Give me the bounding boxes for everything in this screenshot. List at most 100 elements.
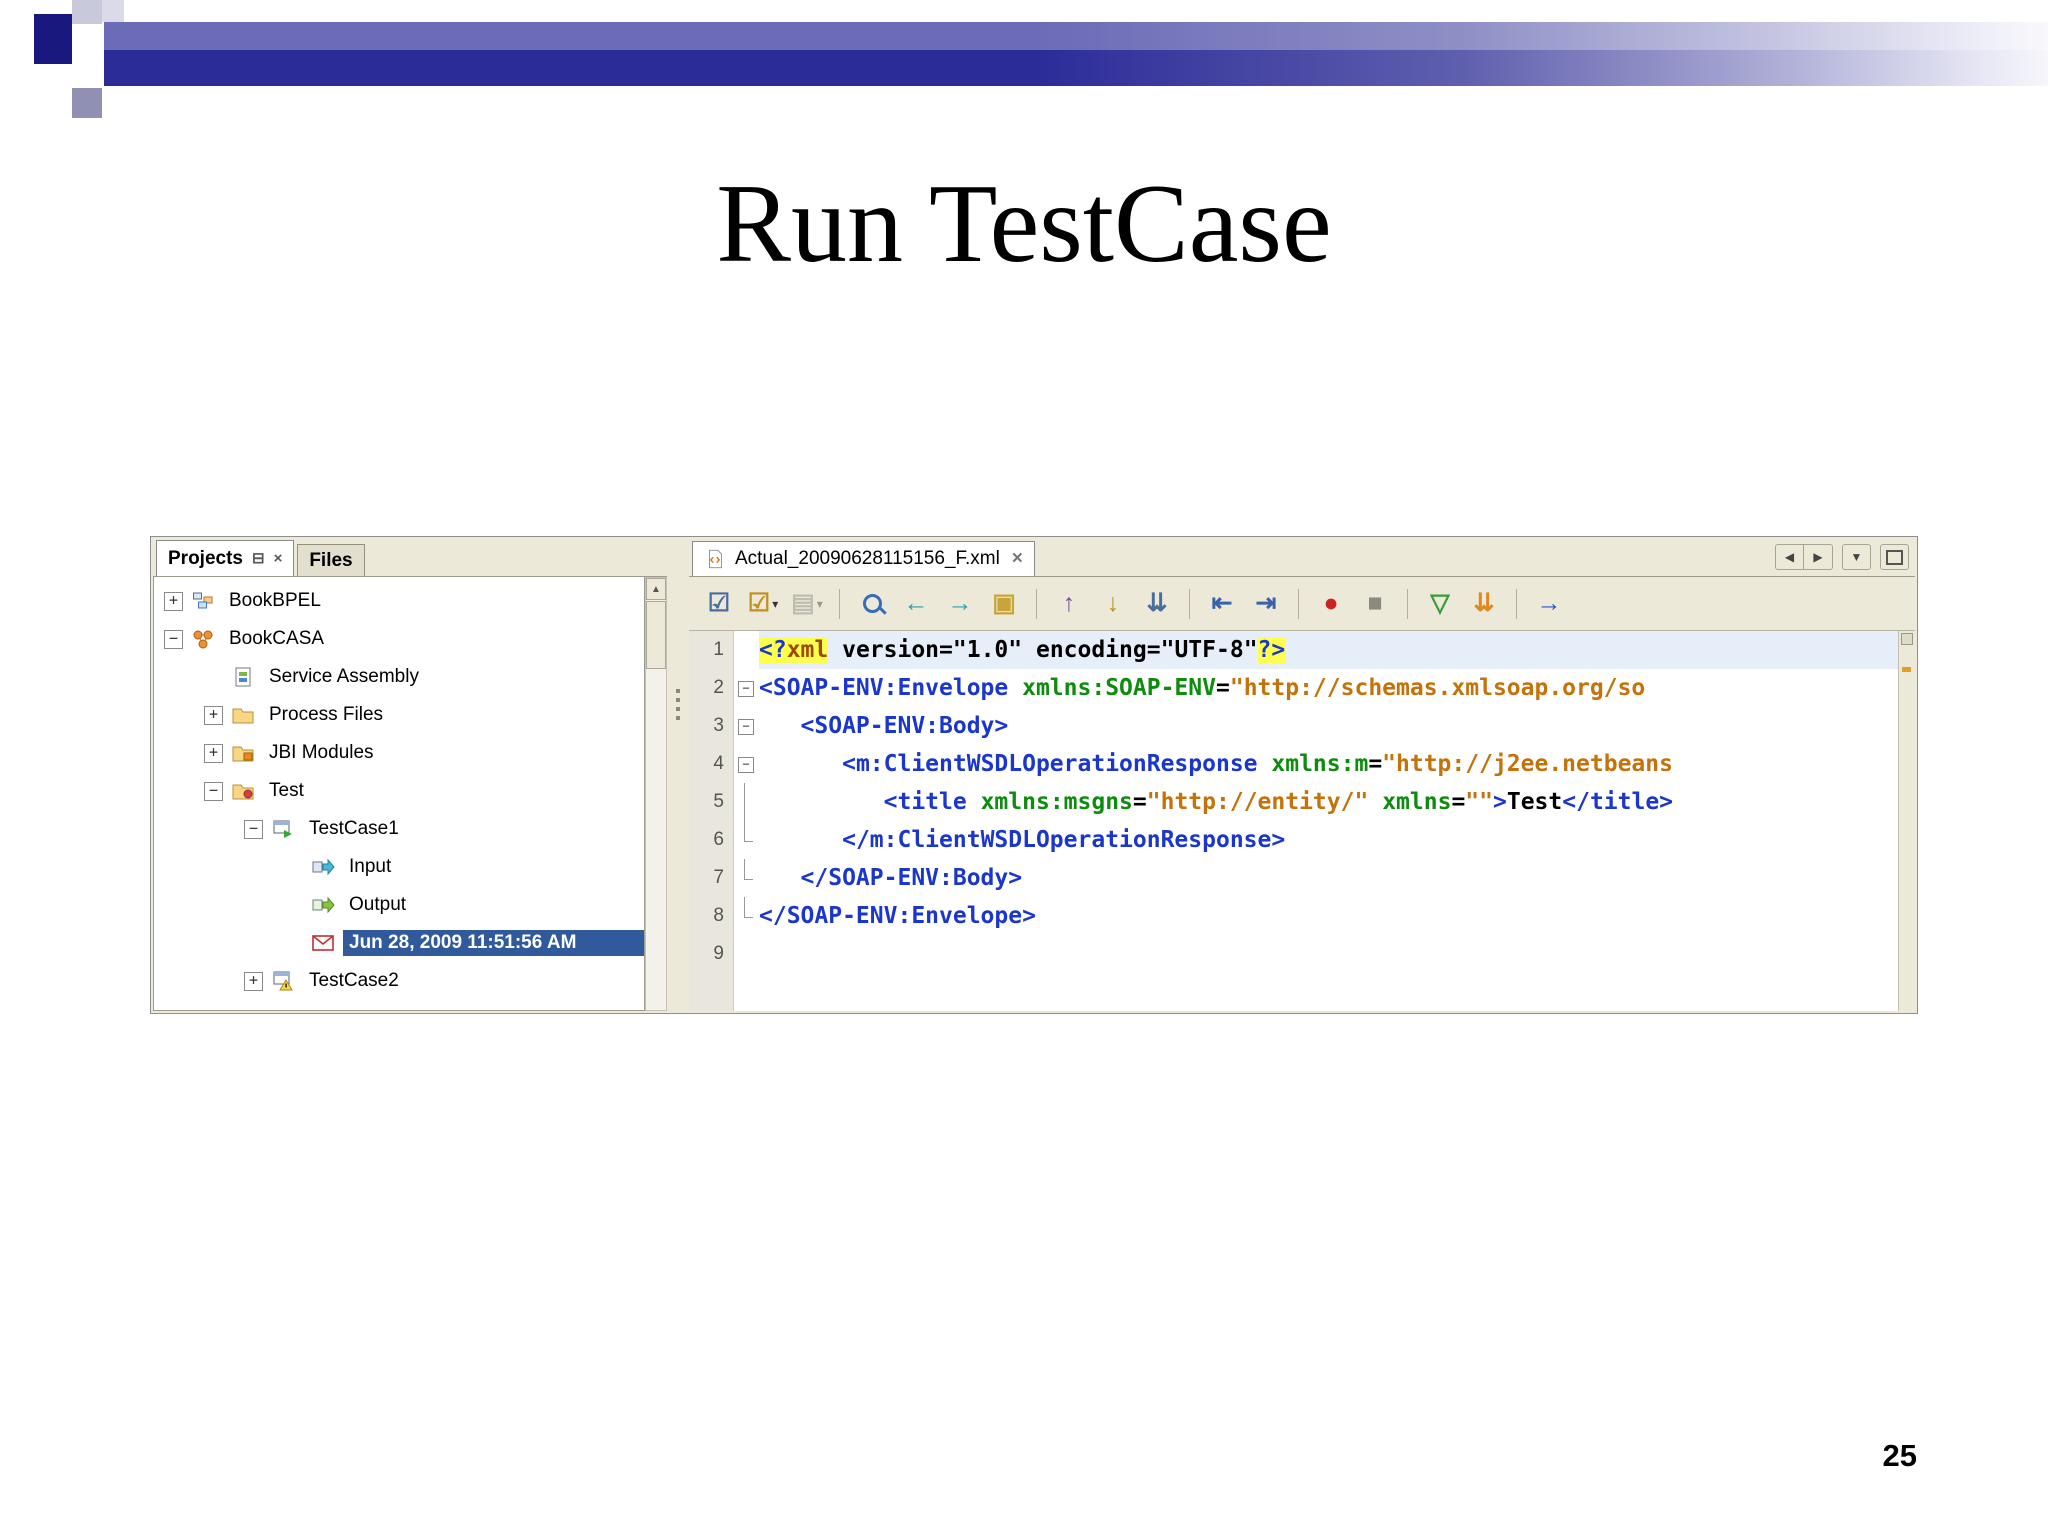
code-line-1[interactable]: 1 <?xml version="1.0" encoding="UTF-8"?> [689,631,1899,669]
minimize-window-group-icon[interactable]: ⊟ [252,551,265,566]
expand-icon[interactable]: + [204,705,223,725]
toggle-highlight-search-icon: ▣ [992,589,1016,617]
tree-item-label: BookCASA [229,628,325,649]
toolbar-separator [1189,588,1190,619]
code-fold-toggle[interactable]: − [733,745,759,783]
tab-files-label: Files [309,549,353,571]
code-text: </m:ClientWSDLOperationResponse> [842,827,1286,853]
opened-documents-list-button[interactable]: ▼ [1842,544,1871,570]
toolbar-separator [1298,588,1299,619]
tree-item-testcase1[interactable]: − TestCase1 [154,810,644,848]
code-line-6[interactable]: 6 </m:ClientWSDLOperationResponse> [689,821,1899,859]
tree-scrollbar[interactable]: ▲ [645,577,667,1011]
code-fold-gutter [733,821,759,859]
fold-collapse-icon[interactable]: − [738,681,754,697]
projects-panel: Projects ⊟ × Files + BookBPEL − BookCASA Ser… [153,539,667,1011]
banner-square [72,0,102,24]
scroll-tabs-right-button[interactable]: ▶ [1804,544,1833,570]
next-bookmark-button[interactable]: ▽ [1420,586,1460,622]
previous-occurrence-button[interactable]: ↑ [1049,586,1089,622]
close-window-group-icon[interactable]: × [274,551,283,566]
tree-item-bookbpel[interactable]: + BookBPEL [154,582,644,620]
find-button[interactable] [852,586,892,622]
code-editor[interactable]: 1 <?xml version="1.0" encoding="UTF-8"?> 2… [689,631,1915,1011]
tree-item-process-files[interactable]: + Process Files [154,696,644,734]
line-number: 9 [713,943,724,964]
previous-bookmark-icon: ⇊ [1473,589,1495,617]
jump-forward-button[interactable]: → [940,586,980,622]
error-stripe-mark [1902,667,1911,672]
scroll-up-icon[interactable]: ▲ [646,578,666,600]
collapse-icon[interactable]: − [164,629,183,649]
tree-item-input[interactable]: Input [154,848,644,886]
select-in-projects-icon: ⇊ [1146,589,1168,617]
expand-icon[interactable]: + [164,591,183,611]
magnifier-icon [862,594,882,613]
bpel-project-icon [191,590,215,612]
editor-tab[interactable]: Actual_20090628115156_F.xml × [692,541,1035,576]
code-line-5[interactable]: 5 <title xmlns:msgns="http://entity/" xm… [689,783,1899,821]
editor-tab-label: Actual_20090628115156_F.xml [735,548,1000,569]
panel-splitter[interactable] [667,539,689,1011]
tree-item-label: Service Assembly [269,666,419,687]
dropdown-caret-icon[interactable]: ▾ [772,597,778,611]
output-icon [311,894,335,916]
code-line-8[interactable]: 8 </SOAP-ENV:Envelope> [689,897,1899,935]
dropdown-caret-icon[interactable]: ▾ [817,597,823,611]
code-line-2[interactable]: 2− <SOAP-ENV:Envelope xmlns:SOAP-ENV="htt… [689,669,1899,707]
tree-item-test[interactable]: − Test [154,772,644,810]
scroll-tabs-left-button[interactable]: ◀ [1775,544,1804,570]
tree-item-bookcasa[interactable]: − BookCASA [154,620,644,658]
banner-square [102,0,124,22]
code-text: </SOAP-ENV:Envelope> [759,903,1036,929]
code-text: <title xmlns:msgns="http://entity/" xmln… [883,789,1674,815]
scroll-thumb[interactable] [646,601,666,669]
code-line-7[interactable]: 7 </SOAP-ENV:Body> [689,859,1899,897]
jump-forward-icon: → [947,589,973,617]
line-number: 7 [713,867,724,888]
xsl-transform-button[interactable]: ▤ ▾ [787,586,827,622]
previous-bookmark-button[interactable]: ⇊ [1464,586,1504,622]
maximize-window-button[interactable] [1880,544,1909,570]
shift-line-left-button[interactable]: ⇤ [1202,586,1242,622]
tree-item-jbi-modules[interactable]: + JBI Modules [154,734,644,772]
stop-macro-recording-button[interactable]: ■ [1355,586,1395,622]
tab-projects[interactable]: Projects ⊟ × [156,540,295,576]
code-line-3[interactable]: 3− <SOAP-ENV:Body> [689,707,1899,745]
next-occurrence-icon: ↓ [1106,589,1120,617]
fold-collapse-icon[interactable]: − [738,757,754,773]
jump-back-button[interactable]: ← [896,586,936,622]
expand-icon[interactable]: + [204,743,223,763]
collapse-icon[interactable]: − [244,819,263,839]
fold-collapse-icon[interactable]: − [738,719,754,735]
toggle-highlight-search-button[interactable]: ▣ [984,586,1024,622]
testcase-icon [271,818,295,840]
code-fold-gutter [733,783,759,821]
next-occurrence-button[interactable]: ↓ [1093,586,1133,622]
tree-item-service-assembly[interactable]: Service Assembly [154,658,644,696]
select-in-projects-button[interactable]: ⇊ [1137,586,1177,622]
code-fold-toggle[interactable]: − [733,707,759,745]
tree-item-jun-28-2009-11-51-56-am[interactable]: Jun 28, 2009 11:51:56 AM [154,924,644,962]
shift-line-left-icon: ⇤ [1211,589,1233,617]
collapse-icon[interactable]: − [204,781,223,801]
tree-item-testcase2[interactable]: + TestCase2 [154,962,644,1000]
tree-item-label: JBI Modules [269,742,374,763]
tree-item-output[interactable]: Output [154,886,644,924]
check-xml-button[interactable]: ☑ ▾ [743,586,783,622]
start-macro-recording-button[interactable]: ● [1311,586,1351,622]
code-fold-gutter [733,859,759,897]
shift-line-right-button[interactable]: ⇥ [1246,586,1286,622]
tab-scroll-buttons: ◀ ▶ [1775,544,1833,570]
validate-xml-button[interactable]: ☑ [699,586,739,622]
close-tab-icon[interactable]: × [1012,548,1023,570]
testcase-warning-icon [271,970,295,992]
code-fold-gutter [733,935,759,973]
jump-to-last-edit-button[interactable]: → [1529,586,1569,622]
code-line-9[interactable]: 9 [689,935,1899,973]
code-line-4[interactable]: 4− <m:ClientWSDLOperationResponse xmlns:… [689,745,1899,783]
code-fold-toggle[interactable]: − [733,669,759,707]
expand-icon[interactable]: + [244,971,263,991]
tab-files[interactable]: Files [297,544,365,576]
